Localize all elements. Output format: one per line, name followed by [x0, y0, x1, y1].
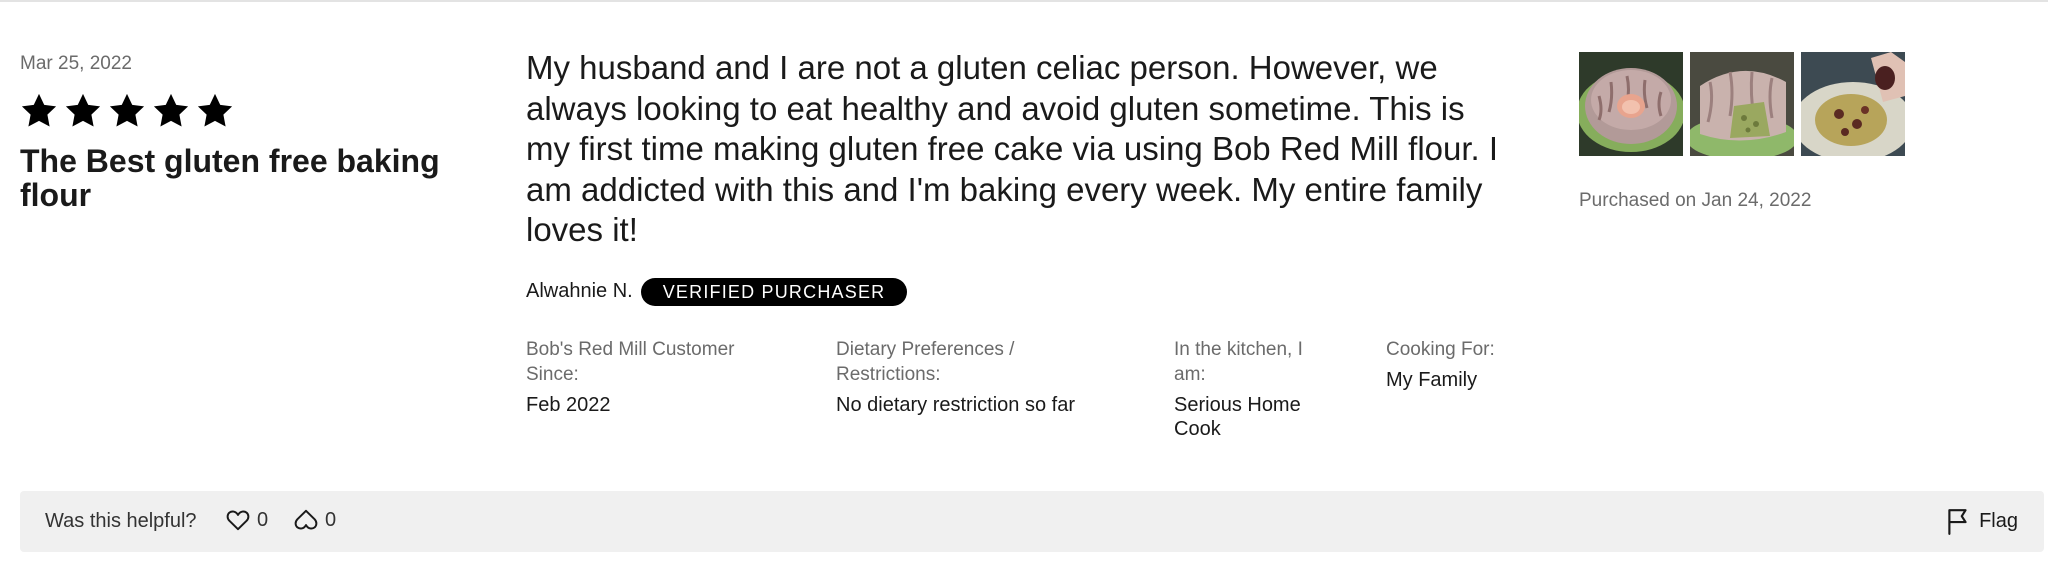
upvote-button[interactable]: 0 [225, 507, 268, 533]
detail-label: Bob's Red Mill Customer Since: [526, 338, 735, 385]
bundt-cake-photo [1579, 52, 1683, 156]
author-name: Alwahnie N. [526, 280, 633, 302]
helpful-label: Was this helpful? [45, 510, 197, 532]
reviewer-details: Bob's Red Mill Customer Since: Feb 2022 … [526, 337, 1516, 447]
flag-label: Flag [1979, 509, 2018, 532]
star-icon [153, 93, 189, 127]
detail-label: Dietary Preferences / Restrictions: [836, 338, 1015, 385]
review-date: Mar 25, 2022 [20, 53, 132, 74]
review-content: My husband and I are not a gluten celiac… [526, 48, 1516, 447]
star-rating [20, 90, 480, 132]
star-icon [109, 93, 145, 127]
broken-heart-icon [294, 509, 318, 530]
downvote-button[interactable]: 0 [293, 507, 336, 533]
flag-icon [1948, 509, 1967, 535]
detail-value: No dietary restriction so far [836, 393, 1075, 416]
detail-dietary: Dietary Preferences / Restrictions: No d… [836, 337, 1086, 417]
review-body: My husband and I are not a gluten celiac… [526, 49, 1499, 248]
upvote-count: 0 [257, 508, 269, 531]
star-icon [65, 93, 101, 127]
detail-label: Cooking For: [1386, 338, 1495, 360]
detail-label: In the kitchen, I am: [1174, 338, 1303, 385]
detail-value: My Family [1386, 368, 1478, 391]
detail-cooking-for: Cooking For: My Family [1386, 337, 1516, 392]
photo-thumbnail-2[interactable] [1690, 52, 1794, 156]
top-divider [0, 0, 2048, 2]
photo-thumbnails [1579, 52, 1979, 156]
helpful-bar: Was this helpful? 0 0 Flag [20, 491, 2044, 552]
purchase-date: Purchased on Jan 24, 2022 [1579, 190, 1812, 211]
photo-thumbnail-3[interactable] [1801, 52, 1905, 156]
detail-value: Serious Home Cook [1174, 393, 1301, 440]
star-icon [197, 93, 233, 127]
downvote-count: 0 [325, 508, 337, 531]
verified-badge: VERIFIED PURCHASER [640, 277, 908, 306]
review-title: The Best gluten free baking flour [20, 143, 440, 213]
review-media: Purchased on Jan 24, 2022 [1579, 52, 1979, 212]
photo-thumbnail-1[interactable] [1579, 52, 1683, 156]
review-summary: Mar 25, 2022 The Best gluten free baking… [20, 52, 480, 212]
detail-value: Feb 2022 [526, 393, 611, 416]
cake-closeup-photo [1801, 52, 1905, 156]
detail-kitchen: In the kitchen, I am: Serious Home Cook [1174, 337, 1334, 441]
heart-icon [226, 510, 250, 531]
star-icon [21, 93, 57, 127]
author-row: Alwahnie N. VERIFIED PURCHASER [526, 277, 1516, 307]
flag-button[interactable]: Flag [1945, 507, 2018, 535]
sliced-cake-photo [1690, 52, 1794, 156]
detail-customer-since: Bob's Red Mill Customer Since: Feb 2022 [526, 337, 786, 417]
